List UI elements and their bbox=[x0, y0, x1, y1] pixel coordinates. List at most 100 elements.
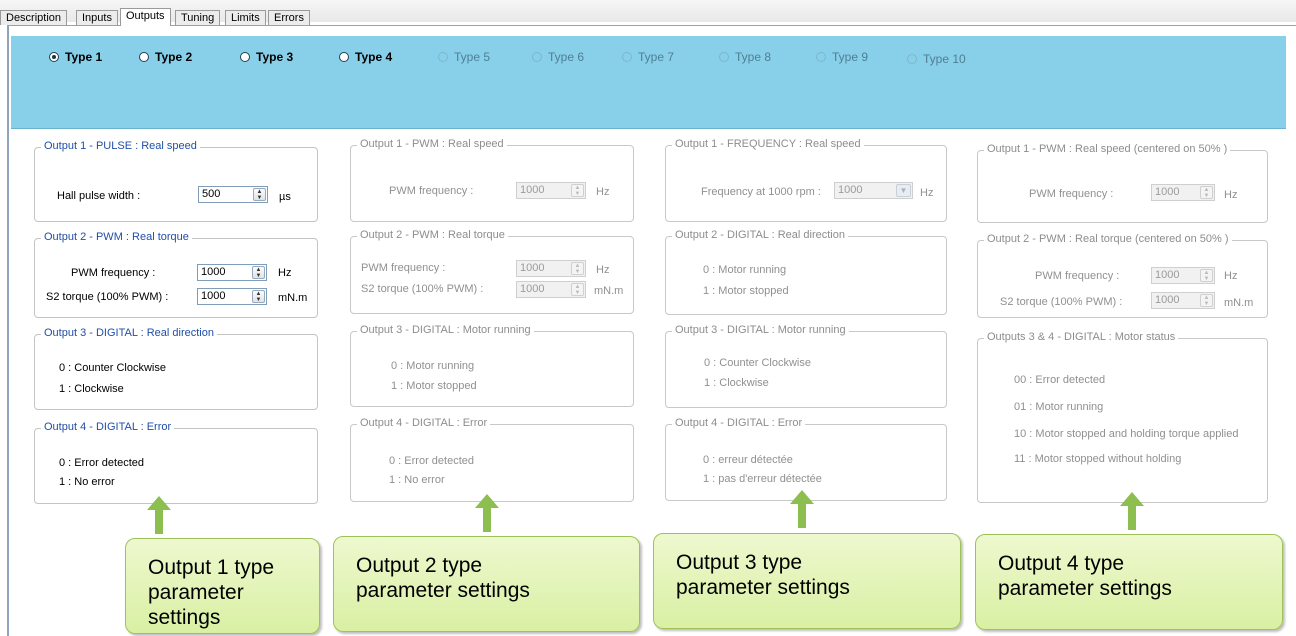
info-line: 1 : Clockwise bbox=[59, 383, 124, 395]
radio-type-5[interactable]: Type 5 bbox=[438, 49, 490, 65]
radio-icon bbox=[438, 52, 448, 62]
field-label: S2 torque (100% PWM) : bbox=[361, 283, 484, 295]
group-title: Output 2 - PWM : Real torque bbox=[357, 229, 508, 241]
col2-output4-group: Output 4 - DIGITAL : Error 0 : Error det… bbox=[350, 417, 634, 502]
tab-tuning[interactable]: Tuning bbox=[175, 10, 221, 25]
radio-type-4[interactable]: Type 4 bbox=[339, 49, 392, 65]
s2-torque-input[interactable]: 1000 ▲ ▼ bbox=[1151, 292, 1215, 309]
radio-icon bbox=[622, 52, 632, 62]
unit-label: Hz bbox=[596, 186, 610, 198]
tab-outputs[interactable]: Outputs bbox=[120, 8, 171, 26]
group-title: Output 1 - PULSE : Real speed bbox=[41, 140, 200, 152]
arrow-up-icon bbox=[1120, 492, 1144, 530]
radio-label: Type 9 bbox=[832, 50, 869, 64]
spin-arrows-icon[interactable]: ▲ ▼ bbox=[1200, 294, 1213, 307]
radio-label: Type 6 bbox=[548, 50, 585, 64]
radio-label: Type 4 bbox=[355, 50, 393, 64]
frequency-combo[interactable]: 1000 ▼ bbox=[834, 182, 913, 199]
input-value: 1000 bbox=[201, 266, 226, 278]
radio-type-9[interactable]: Type 9 bbox=[816, 49, 868, 65]
field-label: Frequency at 1000 rpm : bbox=[701, 186, 821, 198]
info-line: 1 : Motor stopped bbox=[391, 380, 477, 392]
unit-label: Hz bbox=[920, 187, 934, 199]
unit-label: µs bbox=[279, 191, 291, 203]
chevron-down-icon[interactable]: ▼ bbox=[896, 184, 911, 197]
callout-line: parameter settings bbox=[148, 581, 244, 629]
unit-label: mN.m bbox=[1224, 297, 1254, 309]
hall-pulse-width-input[interactable]: 500 ▲ ▼ bbox=[198, 186, 268, 203]
tab-strip: Description Inputs Outputs Tuning Limits… bbox=[0, 0, 1296, 26]
info-line: 01 : Motor running bbox=[1014, 401, 1104, 413]
s2-torque-input[interactable]: 1000 ▲ ▼ bbox=[197, 288, 267, 305]
radio-type-6[interactable]: Type 6 bbox=[532, 49, 584, 65]
field-label: PWM frequency : bbox=[71, 267, 156, 279]
group-title: Output 2 - PWM : Real torque (centered o… bbox=[984, 233, 1232, 245]
col2-output1-group: Output 1 - PWM : Real speed PWM frequenc… bbox=[350, 138, 634, 222]
spin-arrows-icon[interactable]: ▲ ▼ bbox=[571, 262, 584, 275]
spin-arrows-icon[interactable]: ▲ ▼ bbox=[253, 188, 266, 201]
unit-label: Hz bbox=[596, 264, 610, 276]
radio-icon bbox=[339, 52, 349, 62]
field-label: Hall pulse width : bbox=[57, 190, 141, 202]
radio-type-7[interactable]: Type 7 bbox=[622, 49, 674, 65]
input-value: 1000 bbox=[520, 184, 545, 196]
field-label: PWM frequency : bbox=[361, 262, 446, 274]
spin-arrows-icon[interactable]: ▲ ▼ bbox=[252, 266, 265, 279]
group-title: Output 1 - FREQUENCY : Real speed bbox=[672, 138, 864, 150]
group-title: Output 2 - PWM : Real torque bbox=[41, 231, 192, 243]
radio-label: Type 1 bbox=[65, 50, 103, 64]
radio-checked-icon bbox=[49, 52, 59, 62]
unit-label: mN.m bbox=[594, 285, 624, 297]
radio-type-10[interactable]: Type 10 bbox=[907, 51, 966, 67]
spin-arrows-icon[interactable]: ▲ ▼ bbox=[252, 290, 265, 303]
radio-type-2[interactable]: Type 2 bbox=[139, 49, 192, 65]
callout-line: parameter settings bbox=[356, 579, 530, 602]
info-line: 0 : Error detected bbox=[59, 457, 144, 469]
tab-description[interactable]: Description bbox=[0, 10, 68, 25]
spin-arrows-icon[interactable]: ▲ ▼ bbox=[571, 184, 584, 197]
arrow-up-icon bbox=[147, 496, 171, 534]
callout-line: Output 3 type bbox=[676, 551, 803, 574]
tab-limits[interactable]: Limits bbox=[225, 10, 266, 25]
input-value: 500 bbox=[202, 188, 221, 200]
tab-inputs[interactable]: Inputs bbox=[76, 10, 118, 25]
pwm-frequency-input[interactable]: 1000 ▲ ▼ bbox=[516, 182, 586, 199]
field-label: PWM frequency : bbox=[389, 185, 474, 197]
callout-line: Output 4 type bbox=[998, 552, 1125, 575]
pwm-frequency-input[interactable]: 1000 ▲ ▼ bbox=[197, 264, 267, 281]
pwm-frequency-input[interactable]: 1000 ▲ ▼ bbox=[1151, 267, 1215, 284]
field-label: S2 torque (100% PWM) : bbox=[1000, 296, 1123, 308]
radio-icon bbox=[240, 52, 250, 62]
radio-label: Type 7 bbox=[638, 50, 675, 64]
callout-line: parameter settings bbox=[998, 577, 1172, 600]
info-line: 1 : Clockwise bbox=[704, 377, 769, 389]
radio-type-8[interactable]: Type 8 bbox=[719, 49, 771, 65]
s2-torque-input[interactable]: 1000 ▲ ▼ bbox=[516, 281, 586, 298]
pwm-frequency-input[interactable]: 1000 ▲ ▼ bbox=[516, 260, 586, 277]
radio-type-1[interactable]: Type 1 bbox=[49, 49, 102, 65]
radio-label: Type 8 bbox=[735, 50, 772, 64]
info-line: 0 : Motor running bbox=[703, 264, 787, 276]
input-value: 1000 bbox=[201, 290, 226, 302]
col4-output34-group: Outputs 3 & 4 - DIGITAL : Motor status 0… bbox=[977, 331, 1268, 503]
unit-label: Hz bbox=[1224, 189, 1238, 201]
group-title: Output 4 - DIGITAL : Error bbox=[41, 421, 175, 433]
input-value: 1000 bbox=[520, 283, 545, 295]
info-line: 1 : Motor stopped bbox=[703, 285, 789, 297]
info-line: 0 : Counter Clockwise bbox=[59, 362, 166, 374]
info-line: 1 : No error bbox=[59, 476, 115, 488]
callout-output-4: Output 4 type parameter settings bbox=[975, 534, 1283, 630]
radio-icon bbox=[816, 52, 826, 62]
col2-output3-group: Output 3 - DIGITAL : Motor running 0 : M… bbox=[350, 324, 634, 407]
radio-type-3[interactable]: Type 3 bbox=[240, 49, 293, 65]
spin-arrows-icon[interactable]: ▲ ▼ bbox=[1200, 269, 1213, 282]
info-line: 0 : Error detected bbox=[389, 455, 474, 467]
spin-arrows-icon[interactable]: ▲ ▼ bbox=[571, 283, 584, 296]
input-value: 1000 bbox=[1155, 294, 1180, 306]
info-line: 0 : erreur détectée bbox=[703, 454, 793, 466]
tab-errors[interactable]: Errors bbox=[268, 10, 310, 25]
pwm-frequency-input[interactable]: 1000 ▲ ▼ bbox=[1151, 184, 1215, 201]
col4-output2-group: Output 2 - PWM : Real torque (centered o… bbox=[977, 233, 1268, 318]
spin-arrows-icon[interactable]: ▲ ▼ bbox=[1200, 186, 1213, 199]
radio-label: Type 10 bbox=[923, 52, 966, 66]
